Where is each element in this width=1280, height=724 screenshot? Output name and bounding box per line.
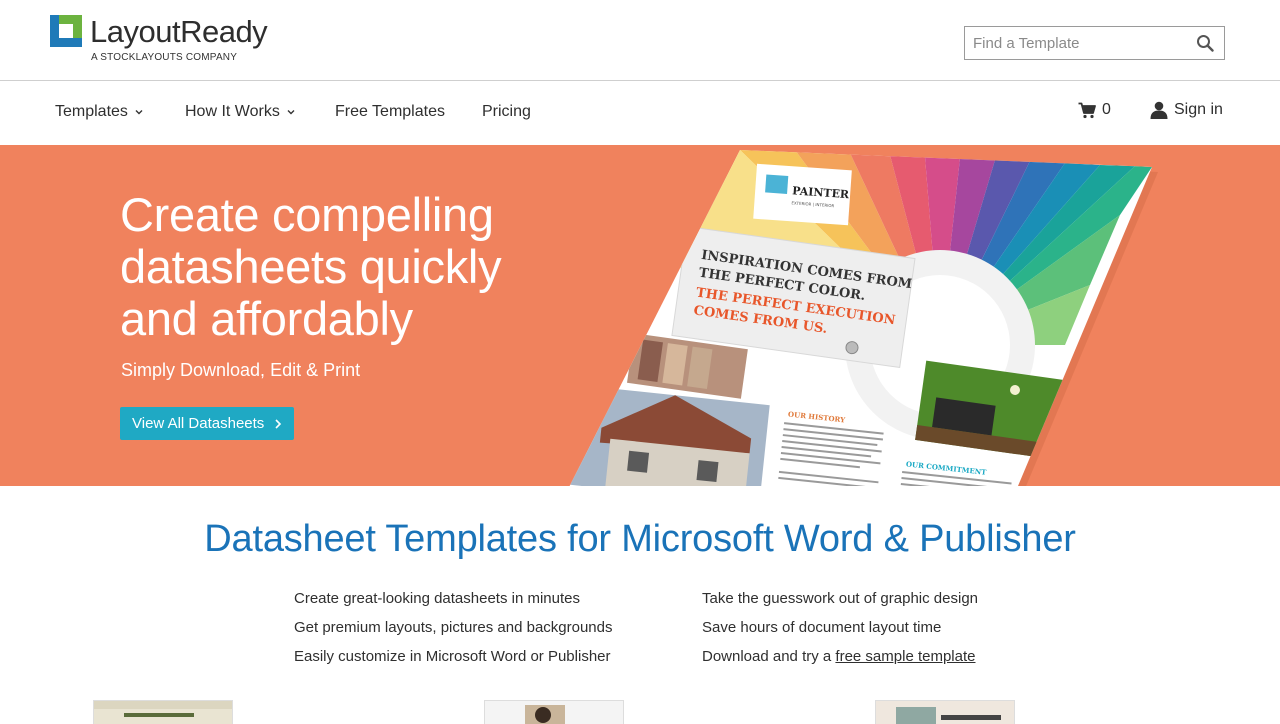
hero-title: Create compelling datasheets quickly and… xyxy=(120,189,580,345)
nav-how-it-works-label: How It Works xyxy=(185,103,280,120)
chevron-right-icon xyxy=(275,418,282,429)
cart-button[interactable]: 0 xyxy=(1078,101,1111,119)
template-thumbnail[interactable] xyxy=(875,700,1015,724)
hero-title-line: datasheets quickly xyxy=(120,240,502,293)
hero-banner: Create compelling datasheets quickly and… xyxy=(0,145,1280,486)
view-all-datasheets-button[interactable]: View All Datasheets xyxy=(120,407,295,440)
hero-subtitle: Simply Download, Edit & Print xyxy=(121,360,361,380)
download-prefix: Download and try a xyxy=(702,648,836,665)
search-input[interactable] xyxy=(965,27,1185,59)
list-item: Easily customize in Microsoft Word or Pu… xyxy=(294,648,611,665)
brand-name: LayoutReady xyxy=(90,14,268,49)
benefits-list-right: Take the guesswork out of graphic design… xyxy=(702,584,978,671)
brand-logo[interactable]: LayoutReady A STOCKLAYOUTS COMPANY xyxy=(50,14,290,67)
cart-count: 0 xyxy=(1102,101,1111,118)
datasheet-preview-image: PAINTER EXTERIOR | INTERIOR INSPIRATION … xyxy=(569,150,1158,486)
benefits-list-left: Create great-looking datasheets in minut… xyxy=(294,584,613,671)
nav-pricing[interactable]: Pricing xyxy=(482,103,531,121)
view-all-datasheets-label: View All Datasheets xyxy=(132,415,265,432)
hero-title-line: and affordably xyxy=(120,292,413,345)
nav-free-templates[interactable]: Free Templates xyxy=(335,103,445,121)
list-item: Get premium layouts, pictures and backgr… xyxy=(294,619,613,636)
hero-title-line: Create compelling xyxy=(120,188,494,241)
site-header: LayoutReady A STOCKLAYOUTS COMPANY xyxy=(0,0,1280,81)
nav-pricing-label: Pricing xyxy=(482,103,531,120)
chevron-down-icon xyxy=(135,110,143,115)
user-icon xyxy=(1150,101,1168,119)
list-item: Create great-looking datasheets in minut… xyxy=(294,590,580,607)
search-icon[interactable] xyxy=(1196,34,1214,52)
nav-templates-label: Templates xyxy=(55,103,128,120)
template-thumbnail[interactable] xyxy=(484,700,624,724)
main-nav: Templates How It Works Free Templates Pr… xyxy=(0,82,1280,144)
page-title: Datasheet Templates for Microsoft Word &… xyxy=(204,518,1076,560)
list-item: Save hours of document layout time xyxy=(702,619,942,636)
nav-templates[interactable]: Templates xyxy=(55,103,144,121)
cart-icon xyxy=(1078,102,1096,118)
list-item: Download and try a free sample template xyxy=(702,642,978,671)
free-sample-template-link[interactable]: free sample template xyxy=(835,648,975,665)
sign-in-label: Sign in xyxy=(1174,101,1223,118)
logo-mark-icon xyxy=(50,15,82,47)
list-item: Take the guesswork out of graphic design xyxy=(702,590,978,607)
brand-tagline: A STOCKLAYOUTS COMPANY xyxy=(91,52,238,63)
chevron-down-icon xyxy=(287,110,295,115)
nav-free-templates-label: Free Templates xyxy=(335,103,445,120)
template-search xyxy=(964,26,1225,60)
sign-in-link[interactable]: Sign in xyxy=(1150,101,1223,119)
nav-how-it-works[interactable]: How It Works xyxy=(185,103,296,121)
template-thumbnail[interactable] xyxy=(93,700,233,724)
